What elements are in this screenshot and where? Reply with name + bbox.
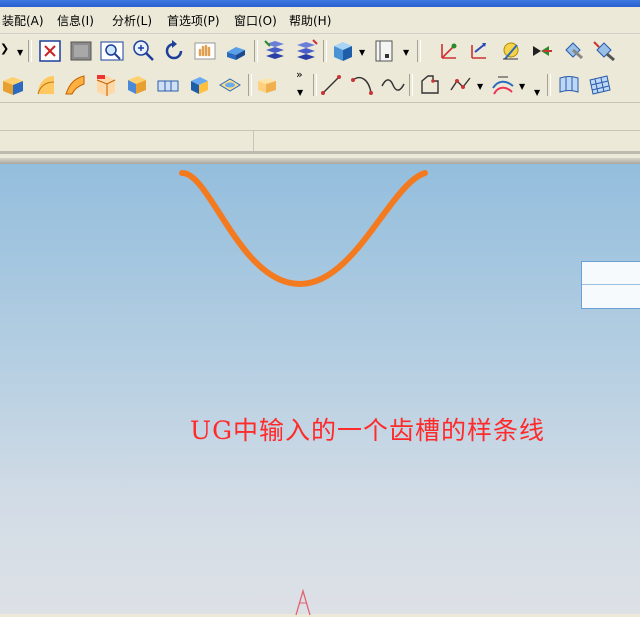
cue-line: [0, 130, 640, 151]
fit-view-icon[interactable]: [37, 38, 63, 64]
menu-window[interactable]: 窗口(O): [234, 12, 277, 29]
rotate-icon[interactable]: [161, 38, 187, 64]
chevron-down-icon[interactable]: ▼: [477, 82, 483, 91]
menu-information[interactable]: 信息(I): [57, 12, 94, 29]
menu-bar: 装配(A) 信息(I) 分析(L) 首选项(P) 窗口(O) 帮助(H): [0, 7, 640, 34]
zoom-icon[interactable]: [130, 38, 156, 64]
chevron-down-icon[interactable]: ▼: [297, 88, 303, 97]
chevron-down-icon[interactable]: ▼: [519, 82, 525, 91]
mesh-surface-icon[interactable]: [587, 72, 613, 98]
line-icon[interactable]: [318, 72, 344, 98]
separator-rule: [0, 151, 640, 154]
tube-icon[interactable]: [93, 72, 119, 98]
layer-settings-icon[interactable]: [262, 38, 288, 64]
floating-panel[interactable]: [581, 261, 640, 309]
arc-icon[interactable]: [349, 72, 375, 98]
graphics-viewport[interactable]: UG中输入的一个齿槽的样条线: [0, 164, 640, 616]
sketch-icon[interactable]: [498, 38, 524, 64]
feature-toolbar: » ▼ ▼ ▼ ▼: [0, 68, 640, 103]
cylinder-icon[interactable]: [155, 72, 181, 98]
toolbar-separator: [547, 74, 551, 96]
render-style-icon[interactable]: [330, 38, 356, 64]
toolbar-separator: [248, 74, 252, 96]
chevron-left-icon[interactable]: ❯: [0, 42, 9, 55]
view-orient-icon[interactable]: [372, 38, 398, 64]
extrude-icon[interactable]: [0, 72, 26, 98]
menu-help[interactable]: 帮助(H): [289, 12, 331, 29]
view-toolbar: ❯ ▼ ▼ ▼: [0, 34, 640, 68]
layer-move-icon[interactable]: [293, 38, 319, 64]
shaded-view-icon[interactable]: [68, 38, 94, 64]
panel-row[interactable]: [582, 262, 640, 285]
isometric-view-icon[interactable]: [223, 38, 249, 64]
toolbar-separator: [28, 40, 32, 62]
curve-edit-icon[interactable]: [448, 72, 474, 98]
toolbar-separator: [313, 74, 317, 96]
toolbar-separator: [323, 40, 327, 62]
chevron-down-icon[interactable]: ▼: [534, 88, 540, 97]
hole-icon[interactable]: [254, 72, 280, 98]
plane-icon[interactable]: [529, 38, 555, 64]
tooth-slot-spline[interactable]: [0, 164, 640, 614]
cue-line-divider: [253, 131, 254, 151]
spline-icon[interactable]: [380, 72, 406, 98]
offset-curve-icon[interactable]: [490, 72, 516, 98]
sweep-icon[interactable]: [62, 72, 88, 98]
chevron-down-icon[interactable]: ▼: [359, 48, 365, 57]
toolbar-dock-area: [0, 103, 640, 130]
toolbar-separator: [254, 40, 258, 62]
zoom-window-icon[interactable]: [99, 38, 125, 64]
toolbar-separator: [417, 40, 421, 62]
vector-icon[interactable]: [467, 38, 493, 64]
point-constructor-icon[interactable]: [436, 38, 462, 64]
menu-preferences[interactable]: 首选项(P): [167, 12, 220, 29]
menu-analysis[interactable]: 分析(L): [112, 12, 152, 29]
wcs-triad-icon: [295, 588, 311, 616]
chevron-down-icon[interactable]: ▼: [403, 48, 409, 57]
chevron-down-icon[interactable]: ▼: [17, 48, 23, 57]
panel-row[interactable]: [582, 285, 640, 307]
csys-icon[interactable]: [560, 38, 586, 64]
block-icon[interactable]: [124, 72, 150, 98]
pan-icon[interactable]: [192, 38, 218, 64]
annotation-text: UG中输入的一个齿槽的样条线: [190, 416, 546, 445]
title-bar-strip: [0, 0, 640, 7]
surface-icon[interactable]: [556, 72, 582, 98]
datum-icon[interactable]: [591, 38, 617, 64]
menu-assembly[interactable]: 装配(A): [2, 12, 44, 29]
revolve-icon[interactable]: [32, 72, 58, 98]
polygon-icon[interactable]: [417, 72, 443, 98]
cone-icon[interactable]: [186, 72, 212, 98]
sphere-icon[interactable]: [217, 72, 243, 98]
overflow-chevron[interactable]: »: [296, 68, 303, 81]
toolbar-separator: [409, 74, 413, 96]
